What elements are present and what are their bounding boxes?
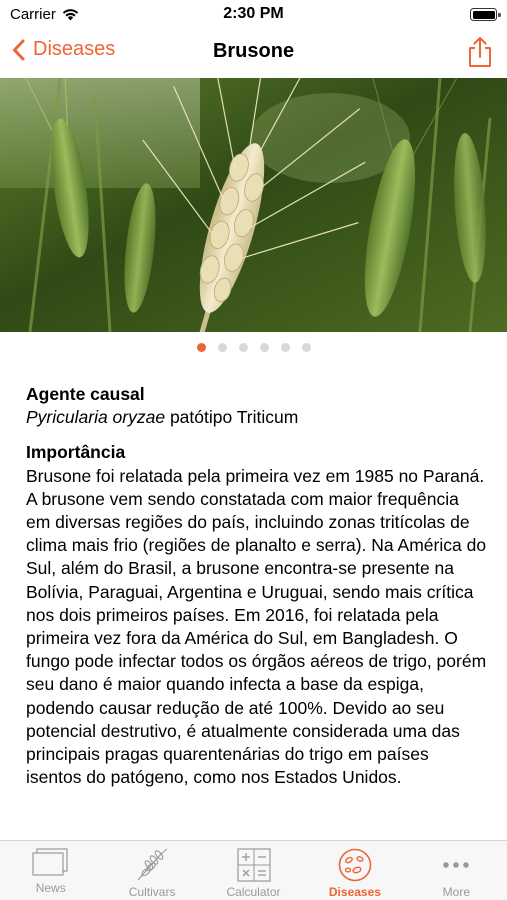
tab-bar: News Cultivars Calculator Diseases More (0, 840, 507, 900)
tab-diseases-label: Diseases (328, 885, 381, 899)
tab-calculator-label: Calculator (226, 885, 281, 899)
news-icon (32, 848, 68, 876)
agent-value: Pyricularia oryzae patótipo Triticum (26, 406, 488, 429)
importance-heading: Importância (26, 442, 126, 463)
share-button[interactable] (467, 36, 493, 73)
importance-text: Brusone foi relatada pela primeira vez e… (26, 465, 487, 788)
tab-calculator[interactable]: Calculator (203, 841, 304, 900)
tab-more-label: More (442, 885, 470, 899)
share-icon (469, 37, 491, 67)
agent-species: Pyricularia oryzae (26, 407, 166, 428)
status-bar: Carrier 2:30 PM (0, 0, 507, 30)
battery-fill (472, 10, 495, 19)
page-dot[interactable] (238, 343, 248, 352)
disease-description: Agente causal Pyricularia oryzae patótip… (26, 383, 488, 801)
page-title: Brusone (212, 40, 295, 62)
disease-photo[interactable] (0, 78, 507, 332)
page-dot[interactable] (280, 343, 290, 352)
tab-cultivars-label: Cultivars (128, 885, 176, 899)
agent-section: Agente causal Pyricularia oryzae patótip… (26, 383, 488, 429)
diseases-icon (338, 848, 372, 882)
agent-heading: Agente causal (26, 384, 145, 404)
battery-tip (498, 12, 501, 17)
tab-diseases[interactable]: Diseases (304, 841, 405, 900)
image-page-indicator[interactable] (0, 343, 507, 352)
tab-news-label: News (35, 881, 66, 895)
agent-pathotype: patótipo Triticum (165, 407, 299, 428)
wheat-photo (0, 78, 507, 332)
tab-news[interactable]: News (0, 841, 101, 900)
importance-section: Importância Brusone foi relatada pela pr… (26, 441, 488, 789)
clock: 2:30 PM (223, 5, 284, 22)
wheat-icon (137, 848, 168, 881)
page-dot[interactable] (196, 343, 206, 352)
navigation-bar: Diseases Brusone (0, 30, 507, 78)
tab-cultivars[interactable]: Cultivars (101, 841, 202, 900)
tab-more[interactable]: More (406, 841, 507, 900)
battery-icon (470, 8, 501, 21)
page-dot[interactable] (259, 343, 269, 352)
calculator-icon (236, 848, 271, 882)
more-icon (443, 862, 470, 868)
page-dot[interactable] (301, 343, 311, 352)
page-dot[interactable] (217, 343, 227, 352)
